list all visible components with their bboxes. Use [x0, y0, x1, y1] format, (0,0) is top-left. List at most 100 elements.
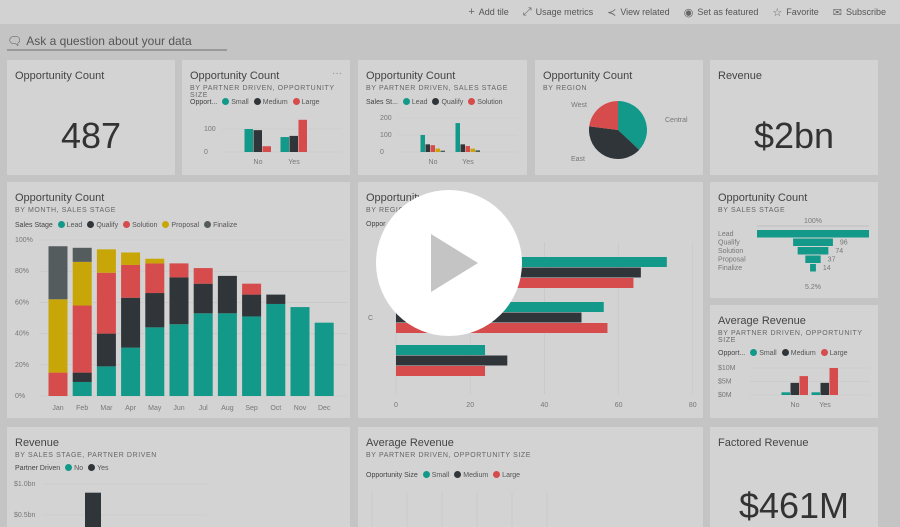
y-tick-label: 0	[380, 149, 384, 156]
funnel-value-label: 14	[823, 265, 831, 272]
y-tick-label: 20%	[15, 362, 29, 369]
bar-qualify-apr	[121, 297, 141, 348]
tile-factored-revenue[interactable]: Factored Revenue $461M	[710, 427, 878, 527]
top-toolbar: + Add tile ⤢ Usage metrics ≺ View related ◉ Set…	[0, 0, 900, 24]
toolbar-subscribe[interactable]: ✉ Subscribe	[833, 6, 886, 19]
kpi-value: 487	[60, 115, 122, 156]
tile-avg-revenue[interactable]: Average Revenue BY PARTNER DRIVEN, OPPOR…	[710, 305, 878, 418]
bar-small-yes	[811, 392, 820, 395]
funnel-top-label: 100%	[804, 218, 822, 225]
bar-lead-mar	[96, 366, 116, 396]
x-tick-label: May	[148, 405, 162, 412]
bar-qualify-may	[145, 293, 165, 328]
bar-solution-jun	[169, 263, 189, 278]
bar-finalize-yes	[475, 150, 480, 152]
mail-icon: ✉	[832, 6, 842, 19]
bar-lead-apr	[121, 347, 141, 396]
toolbar-favorite[interactable]: ☆ Favorite	[772, 6, 818, 19]
tile-avg-revenue-2[interactable]: Average Revenue BY PARTNER DRIVEN, OPPOR…	[358, 427, 703, 527]
x-tick-label: Yes	[462, 159, 474, 166]
tile-opportunity-count[interactable]: Opportunity Count 487	[7, 60, 175, 175]
toolbar-label: Add tile	[478, 7, 509, 17]
tile-month-stage[interactable]: Opportunity Count BY MONTH, SALES STAGE …	[7, 182, 350, 418]
pie-label: East	[571, 156, 585, 163]
y-tick-label: 100%	[15, 237, 33, 244]
chart-partner-stage: 0 100 200 No Yes	[380, 115, 518, 166]
toolbar-view-related[interactable]: ≺ View related	[607, 6, 670, 19]
tile-revenue-stage[interactable]: Revenue BY SALES STAGE, PARTNER DRIVEN P…	[7, 427, 350, 527]
chart-avg-revenue: $0M $5M $10M No Yes	[718, 365, 870, 409]
x-tick-label: 20	[466, 402, 474, 409]
tile-revenue[interactable]: Revenue $2bn	[710, 60, 878, 175]
x-tick-label: Apr	[125, 405, 137, 412]
bar-lead-jun	[169, 324, 189, 396]
share-related-icon: ≺	[607, 6, 617, 19]
y-tick-label: 0	[204, 149, 208, 156]
x-tick-label: 80	[689, 402, 697, 409]
bar-qualify-jun	[169, 277, 189, 325]
bar-yes	[85, 492, 101, 527]
x-tick-label: Oct	[270, 405, 281, 412]
y-tick-label: $0.5bn	[14, 512, 36, 519]
x-tick-label: Dec	[318, 405, 331, 412]
y-tick-label: $0M	[718, 392, 732, 399]
bar-small-no	[244, 129, 253, 152]
funnel-category-label: Qualify	[718, 240, 740, 247]
x-tick-label: Aug	[221, 405, 234, 412]
funnel-bar-proposal	[805, 255, 821, 263]
bar-solution-no	[430, 145, 435, 152]
bar-solution-may	[145, 263, 165, 294]
bar-lead-yes	[455, 123, 460, 152]
bar-solution-yes	[465, 146, 470, 152]
x-tick-label: Jul	[199, 405, 208, 412]
tile-partner-stage[interactable]: Opportunity Count BY PARTNER DRIVEN, SAL…	[358, 60, 527, 175]
x-tick-label: Yes	[288, 159, 300, 166]
chat-icon: 🗨	[7, 34, 23, 48]
tile-partner-size[interactable]: Opportunity Count BY PARTNER DRIVEN, OPP…	[182, 60, 350, 175]
bar-lead-feb	[72, 381, 92, 396]
qa-input[interactable]: 🗨 Ask a question about your data	[7, 33, 227, 51]
chart-month-stage: 0% 20% 40% 60% 80% 100% Jan Feb Mar Apr May Jun Jul A…	[15, 237, 347, 412]
bar-large-no	[262, 146, 271, 152]
toolbar-label: View related	[620, 7, 670, 17]
bar-small-no	[781, 392, 790, 395]
x-tick-label: No	[791, 402, 800, 409]
y-tick-label: 0%	[15, 393, 25, 400]
x-tick-label: Jan	[52, 405, 63, 412]
funnel-bottom-label: 5.2%	[805, 284, 821, 291]
tile-region[interactable]: Opportunity Count BY REGION Central East W…	[535, 60, 703, 175]
toolbar-set-as-featured[interactable]: ◉ Set as featured	[684, 6, 759, 19]
funnel-category-label: Lead	[718, 231, 734, 238]
pie-slice-west	[589, 101, 618, 130]
chart-grid	[371, 492, 548, 527]
toolbar-usage-metrics[interactable]: ⤢ Usage metrics	[523, 6, 593, 19]
bar-proposal-no	[435, 148, 440, 152]
bar-lead-sep	[242, 316, 262, 396]
bar-proposal-may	[145, 258, 165, 264]
bar-large-yes	[829, 368, 838, 395]
bar-qualify-sep	[242, 294, 262, 317]
y-tick-label: $10M	[718, 365, 736, 372]
x-tick-label: Sep	[245, 405, 258, 412]
bar-qualify-jul	[193, 283, 213, 314]
play-icon	[431, 234, 478, 292]
y-tick-label: $1.0bn	[14, 481, 36, 488]
chart-revenue-stage: $0.5bn $1.0bn	[14, 481, 207, 527]
funnel-value-label: 96	[840, 240, 848, 247]
bar-solution-sep	[242, 283, 262, 295]
plus-icon: +	[468, 6, 475, 18]
play-video-button[interactable]	[376, 190, 522, 336]
bar-qualify-feb	[72, 372, 92, 382]
featured-icon: ◉	[683, 6, 694, 19]
bar-lead-dec	[314, 322, 334, 396]
toolbar-label: Subscribe	[845, 7, 886, 17]
x-tick-label: Yes	[819, 402, 831, 409]
bar-qualify-no	[425, 144, 430, 152]
bar-lead-nov	[290, 307, 310, 396]
toolbar-add-tile[interactable]: + Add tile	[468, 6, 508, 18]
tile-funnel[interactable]: Opportunity Count BY SALES STAGE 100% Lea…	[710, 182, 878, 298]
bar	[396, 355, 508, 366]
kpi-value: $2bn	[753, 115, 835, 156]
bar-small-yes	[280, 137, 289, 152]
chart-funnel: 100% Lead Qualify 96 Solution 74 Proposal 37 Fin…	[718, 218, 869, 291]
